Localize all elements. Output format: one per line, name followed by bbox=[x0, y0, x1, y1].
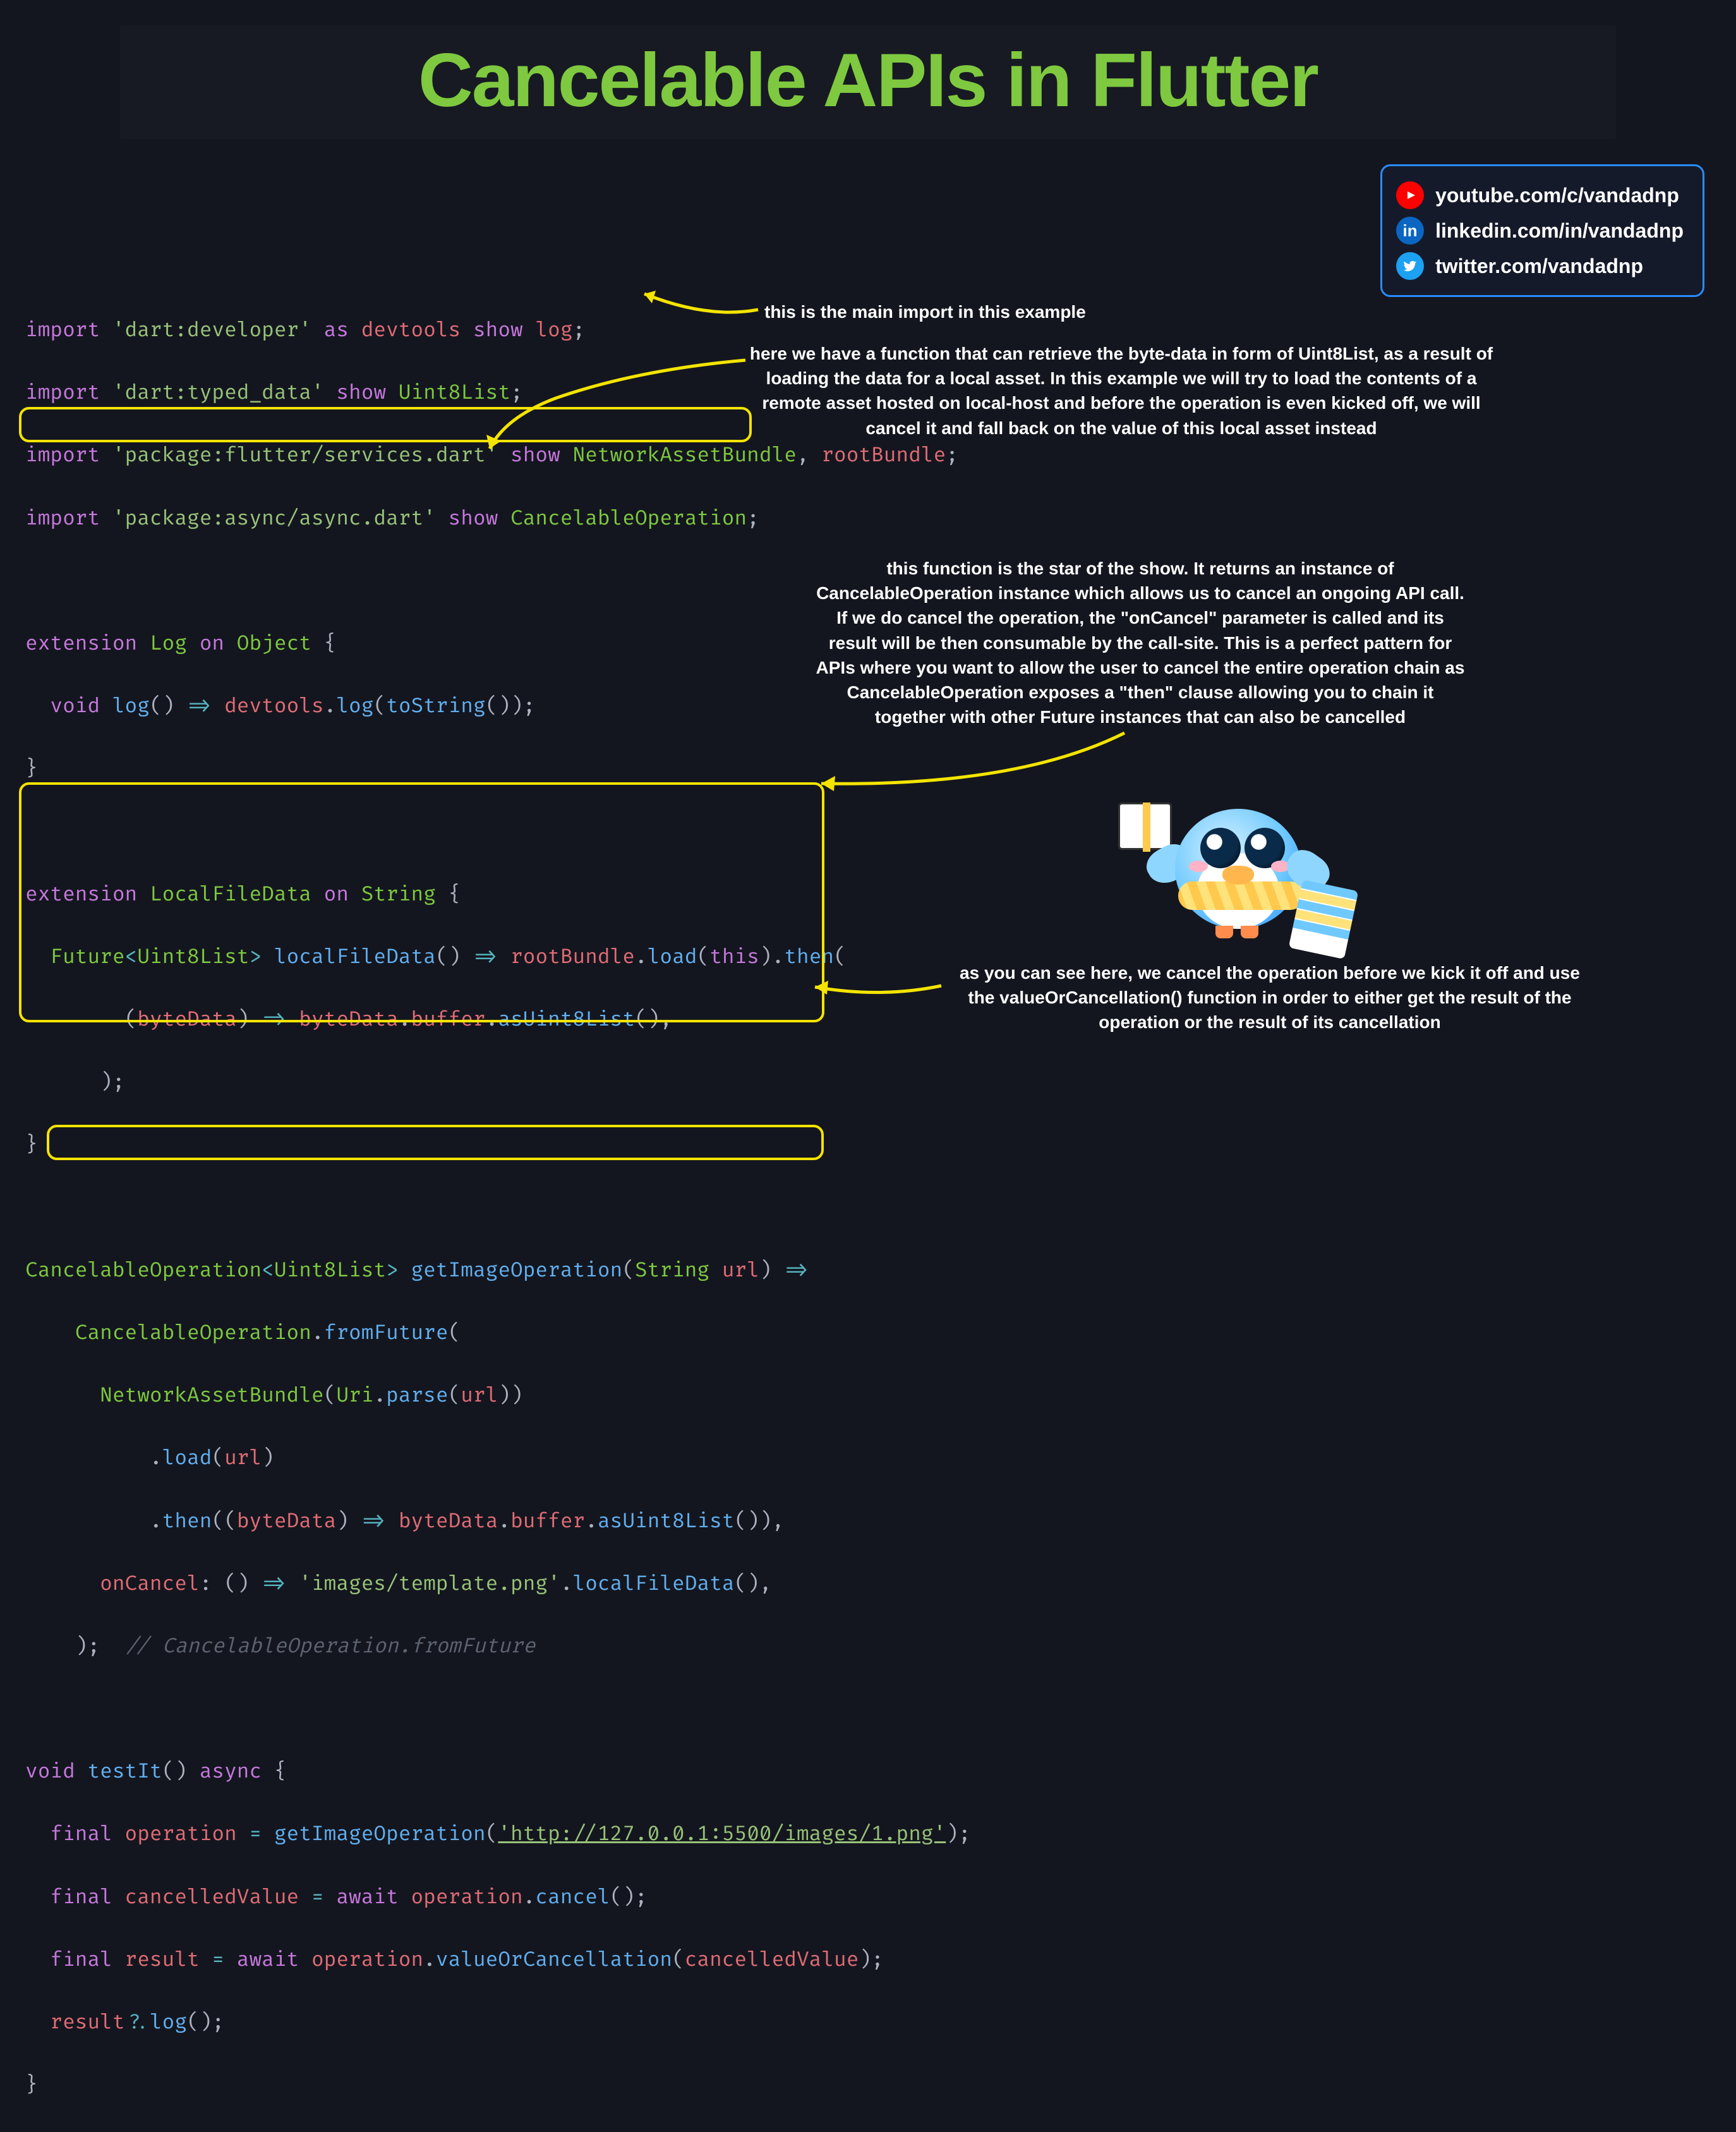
code-line: NetworkAssetBundle(Uri.parse(url)) bbox=[25, 1380, 1711, 1412]
code-block: import 'dart:developer' as devtools show… bbox=[25, 158, 1711, 2132]
code-line: .load(url) bbox=[25, 1443, 1711, 1474]
code-line: void testIt() async { bbox=[25, 1756, 1711, 1788]
gift-icon bbox=[1118, 803, 1172, 850]
code-line: extension LocalFileData on String { bbox=[25, 879, 1711, 911]
title-bar: Cancelable APIs in Flutter bbox=[120, 25, 1616, 139]
code-line: import 'package:async/async.dart' show C… bbox=[25, 503, 1711, 535]
page-title: Cancelable APIs in Flutter bbox=[120, 37, 1616, 124]
code-line: CancelableOperation.fromFuture( bbox=[25, 1317, 1711, 1349]
highlight-import bbox=[19, 407, 752, 442]
code-line: final operation = getImageOperation('htt… bbox=[25, 1819, 1711, 1850]
dash-mascot bbox=[1118, 784, 1358, 973]
code-line: } bbox=[25, 2069, 1711, 2101]
code-line bbox=[25, 816, 1711, 847]
code-line: result?.log(); bbox=[25, 2007, 1711, 2038]
code-line: ); // CancelableOperation.fromFuture bbox=[25, 1631, 1711, 1663]
annotation-getimageoperation: this function is the star of the show. I… bbox=[815, 556, 1466, 729]
annotation-import: this is the main import in this example bbox=[764, 300, 1207, 324]
code-line: final cancelledValue = await operation.c… bbox=[25, 1882, 1711, 1913]
code-line: .then((byteData) => byteData.buffer.asUi… bbox=[25, 1506, 1711, 1537]
code-line: } bbox=[25, 753, 1711, 785]
code-line: onCancel: () => 'images/template.png'.lo… bbox=[25, 1568, 1711, 1600]
code-line: final result = await operation.valueOrCa… bbox=[25, 1944, 1711, 1976]
code-line: ); bbox=[25, 1067, 1711, 1098]
code-line bbox=[25, 1192, 1711, 1224]
code-line: CancelableOperation<Uint8List> getImageO… bbox=[25, 1255, 1711, 1287]
code-line bbox=[25, 1693, 1711, 1725]
code-line: import 'package:flutter/services.dart' s… bbox=[25, 440, 1711, 471]
code-line: } bbox=[25, 1129, 1711, 1161]
annotation-localfiledata: here we have a function that can retriev… bbox=[745, 341, 1497, 440]
